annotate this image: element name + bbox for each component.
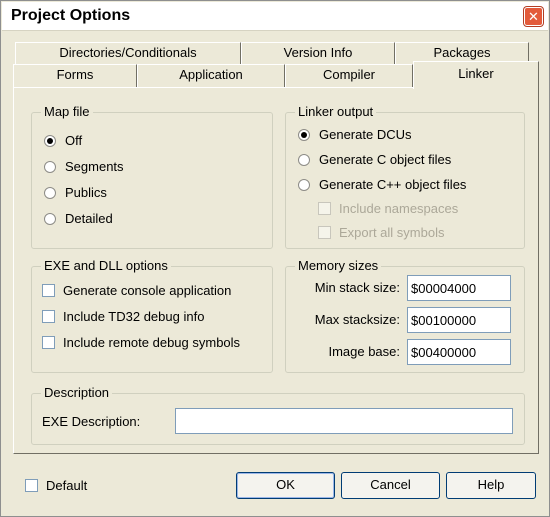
tab-version-info[interactable]: Version Info [241, 42, 395, 64]
ok-button[interactable]: OK [236, 472, 335, 499]
close-icon[interactable]: ✕ [524, 7, 543, 26]
radio-icon [298, 129, 310, 141]
min-stack-label: Min stack size: [314, 280, 400, 295]
radio-icon [44, 161, 56, 173]
radio-icon [44, 135, 56, 147]
window-title: Project Options [11, 7, 131, 24]
map-detailed-label: Detailed [65, 211, 113, 226]
map-segments-label: Segments [65, 159, 124, 174]
memory-sizes-legend: Memory sizes [295, 258, 382, 274]
help-button[interactable]: Help [446, 472, 536, 499]
include-remote-debug-label: Include remote debug symbols [63, 335, 241, 350]
include-td32-label: Include TD32 debug info [63, 309, 205, 324]
tab-application[interactable]: Application [137, 64, 285, 88]
generate-cpp-object-label: Generate C++ object files [319, 177, 467, 192]
generate-c-object-label: Generate C object files [319, 152, 452, 167]
map-publics-label: Publics [65, 185, 107, 200]
exe-description-input[interactable] [175, 408, 513, 434]
radio-icon [298, 179, 310, 191]
project-options-dialog: Project Options ✕ Directories/Conditiona… [0, 0, 550, 517]
linker-output-legend: Linker output [295, 104, 377, 120]
exe-dll-options-group: EXE and DLL options Generate console app… [31, 258, 273, 373]
cancel-button[interactable]: Cancel [341, 472, 440, 499]
radio-icon [44, 187, 56, 199]
image-base-label: Image base: [328, 344, 400, 359]
linker-output-group: Linker output Generate DCUs Generate C o… [285, 104, 525, 249]
export-all-symbols-label: Export all symbols [339, 225, 445, 240]
min-stack-input[interactable] [407, 275, 511, 301]
map-off-label: Off [65, 133, 83, 148]
include-namespaces-label: Include namespaces [339, 201, 459, 216]
map-file-group: Map file Off Segments Publics Detailed [31, 104, 273, 249]
memory-sizes-group: Memory sizes Min stack size: Max stacksi… [285, 258, 525, 373]
radio-icon [298, 154, 310, 166]
checkbox-icon [42, 284, 55, 297]
description-group: Description EXE Description: [31, 385, 525, 445]
description-legend: Description [41, 385, 113, 401]
checkbox-icon [318, 202, 331, 215]
linker-tab-panel: Map file Off Segments Publics Detailed L… [13, 87, 539, 454]
exe-description-label: EXE Description: [42, 414, 141, 429]
default-label: Default [46, 478, 88, 493]
max-stack-input[interactable] [407, 307, 511, 333]
tab-directories-conditionals[interactable]: Directories/Conditionals [15, 42, 241, 64]
image-base-input[interactable] [407, 339, 511, 365]
max-stack-label: Max stacksize: [314, 312, 400, 327]
checkbox-icon [318, 226, 331, 239]
tab-linker[interactable]: Linker [413, 61, 539, 89]
tab-forms[interactable]: Forms [13, 64, 137, 88]
map-file-legend: Map file [41, 104, 93, 120]
title-bar[interactable]: Project Options ✕ [2, 2, 548, 31]
checkbox-icon [25, 479, 38, 492]
radio-icon [44, 213, 56, 225]
generate-console-label: Generate console application [63, 283, 232, 298]
exe-dll-legend: EXE and DLL options [41, 258, 171, 274]
checkbox-icon [42, 336, 55, 349]
tab-compiler[interactable]: Compiler [285, 64, 413, 88]
checkbox-icon [42, 310, 55, 323]
generate-dcus-label: Generate DCUs [319, 127, 412, 142]
